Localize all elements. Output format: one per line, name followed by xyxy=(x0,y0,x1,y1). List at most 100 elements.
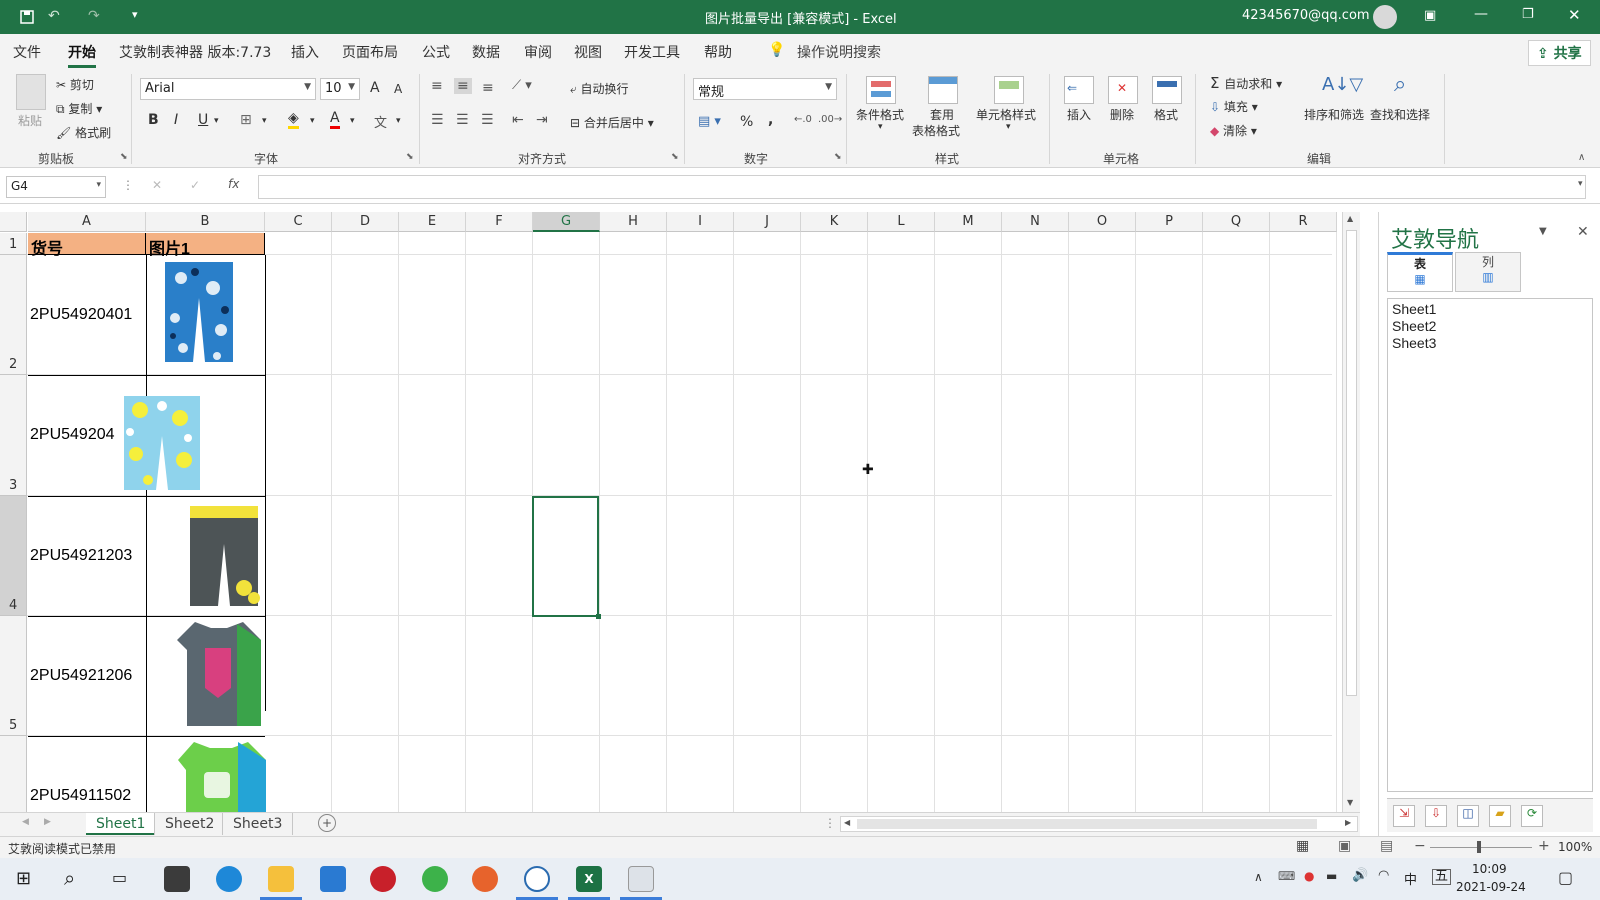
number-format-select[interactable]: 常规 ▼ xyxy=(693,78,837,100)
task-view-icon[interactable]: ▭ xyxy=(112,868,127,887)
cell-a6[interactable]: 2PU54911502 xyxy=(30,787,131,805)
collapse-ribbon-icon[interactable]: ∧ xyxy=(1578,152,1585,163)
column-header-f[interactable]: F xyxy=(466,212,533,232)
find-select-button[interactable]: 查找和选择 xyxy=(1370,106,1430,123)
sheet-list-item[interactable]: Sheet3 xyxy=(1392,335,1588,352)
book-icon[interactable]: ◫ xyxy=(1457,805,1479,827)
expand-formula-icon[interactable]: ▾ xyxy=(1578,179,1583,189)
increase-decimal-icon[interactable]: ←.0 xyxy=(794,114,812,125)
underline-button[interactable]: U xyxy=(198,112,208,128)
decrease-indent-icon[interactable]: ⇤ xyxy=(512,112,524,128)
column-header-n[interactable]: N xyxy=(1002,212,1069,232)
chevron-down-icon[interactable]: ▾ xyxy=(396,116,401,126)
column-header-k[interactable]: K xyxy=(801,212,868,232)
column-header-o[interactable]: O xyxy=(1069,212,1136,232)
product-image-shorts-grey[interactable] xyxy=(184,502,264,612)
zoom-slider-thumb[interactable] xyxy=(1477,841,1481,853)
search-icon[interactable]: ⌕ xyxy=(64,866,75,890)
cell-styles-button[interactable]: 单元格样式 xyxy=(976,106,1036,123)
scroll-down-icon[interactable]: ▼ xyxy=(1347,798,1353,807)
align-left-icon[interactable]: ☰ xyxy=(431,112,444,128)
minimize-icon[interactable]: — xyxy=(1474,6,1488,22)
row-header[interactable]: 1 xyxy=(0,233,27,255)
mail-icon[interactable] xyxy=(320,866,346,892)
scroll-right-icon[interactable]: ▶ xyxy=(1345,818,1351,827)
wifi-icon[interactable]: ◠ xyxy=(1378,868,1389,883)
select-all-corner[interactable] xyxy=(0,212,27,232)
wrap-text-button[interactable]: ⤶ 自动换行 xyxy=(570,80,629,97)
enter-icon[interactable]: ✓ xyxy=(190,178,200,192)
weekday-indicator[interactable]: 五 xyxy=(1432,869,1452,885)
qq-icon[interactable]: ● xyxy=(1304,869,1314,883)
refresh-icon[interactable]: ⟳ xyxy=(1521,805,1543,827)
percent-button[interactable]: % xyxy=(740,114,753,130)
phonetic-icon[interactable]: 文 xyxy=(374,112,387,131)
scroll-up-icon[interactable]: ▲ xyxy=(1347,214,1353,223)
notification-icon[interactable]: ▢ xyxy=(1558,868,1573,887)
save-icon[interactable] xyxy=(20,10,34,24)
row-header[interactable] xyxy=(0,736,27,812)
horizontal-scrollbar[interactable]: ◀ ▶ xyxy=(840,816,1358,832)
scroll-thumb[interactable] xyxy=(1346,230,1357,696)
cell-a1[interactable]: 货号 xyxy=(28,233,146,258)
column-header-h[interactable]: H xyxy=(600,212,667,232)
fill-button[interactable]: ⇩ 填充 ▾ xyxy=(1210,98,1258,115)
sheet-list-item[interactable]: Sheet2 xyxy=(1392,318,1588,335)
copy-button[interactable]: ⧉ 复制 ▾ xyxy=(56,100,102,117)
more-options-icon[interactable]: ⋮ xyxy=(122,178,134,192)
page-layout-view-icon[interactable]: ▣ xyxy=(1338,838,1351,854)
column-header-i[interactable]: I xyxy=(667,212,734,232)
share-button[interactable]: ⇪ 共享 xyxy=(1528,40,1591,66)
sheet-tab-sheet3[interactable]: Sheet3 xyxy=(222,813,294,835)
insert-function-button[interactable]: fx xyxy=(228,177,239,191)
align-right-icon[interactable]: ☰ xyxy=(481,112,494,128)
merge-center-button[interactable]: ⊟ 合并后居中 ▾ xyxy=(570,114,654,131)
ime-indicator[interactable]: 中 xyxy=(1404,869,1417,888)
delete-cells-button[interactable]: 删除 xyxy=(1110,106,1134,123)
keyboard-icon[interactable]: ⌨ xyxy=(1278,869,1295,883)
file-explorer-icon[interactable] xyxy=(268,866,294,892)
cell-a3[interactable]: 2PU549204 xyxy=(30,426,115,444)
tab-help[interactable]: 帮助 xyxy=(704,42,732,62)
cancel-icon[interactable]: ✕ xyxy=(152,178,162,192)
paste-icon[interactable] xyxy=(16,74,46,110)
qat-customize-icon[interactable]: ▾ xyxy=(132,8,138,21)
grow-font-button[interactable]: A xyxy=(370,80,380,96)
tray-overflow-icon[interactable]: ∧ xyxy=(1254,870,1263,884)
accounting-icon[interactable]: ▤ ▾ xyxy=(698,114,721,129)
app-icon[interactable] xyxy=(524,866,550,892)
align-bottom-icon[interactable]: ≡ xyxy=(482,80,494,96)
product-image-shorts-yellow[interactable] xyxy=(118,392,206,496)
bold-button[interactable]: B xyxy=(148,112,159,128)
dialog-launcher-icon[interactable]: ⬊ xyxy=(120,152,128,162)
sheet-list-item[interactable]: Sheet1 xyxy=(1392,301,1588,318)
next-sheet-icon[interactable]: ▶ xyxy=(44,817,51,827)
format-painter-button[interactable]: 🖌 格式刷 xyxy=(56,124,111,141)
worksheet-grid[interactable]: ABCDEFGHIJKLMNOPQR 1 2 3 4 5 货号 图片1 2PU54920… xyxy=(0,212,1360,812)
cell-a2[interactable]: 2PU54920401 xyxy=(30,306,132,324)
column-header-e[interactable]: E xyxy=(399,212,466,232)
fill-handle[interactable] xyxy=(596,614,601,619)
firefox-icon[interactable] xyxy=(472,866,498,892)
format-cells-button[interactable]: 格式 xyxy=(1154,106,1178,123)
scroll-thumb[interactable] xyxy=(857,819,1317,829)
column-header-m[interactable]: M xyxy=(935,212,1002,232)
italic-button[interactable]: I xyxy=(174,112,178,128)
name-box[interactable]: G4 ▾ xyxy=(6,176,106,198)
more-options-icon[interactable]: ⋮ xyxy=(824,816,836,830)
ie-browser-icon[interactable] xyxy=(422,866,448,892)
tab-data[interactable]: 数据 xyxy=(472,42,500,62)
bank-app-icon[interactable] xyxy=(370,866,396,892)
chevron-down-icon[interactable]: ▾ xyxy=(262,116,267,126)
font-color-button[interactable]: A xyxy=(330,110,340,129)
decrease-decimal-icon[interactable]: .00→ xyxy=(818,114,842,125)
conditional-format-button[interactable]: 条件格式 xyxy=(856,106,904,123)
clock-date[interactable]: 2021-09-24 xyxy=(1456,880,1526,894)
align-middle-icon[interactable]: ≡ xyxy=(454,78,472,94)
tab-review[interactable]: 审阅 xyxy=(524,42,552,62)
page-break-view-icon[interactable]: ▤ xyxy=(1380,838,1393,854)
download-icon[interactable]: ⇩ xyxy=(1425,805,1447,827)
align-center-icon[interactable]: ☰ xyxy=(456,112,469,128)
align-top-icon[interactable]: ≡ xyxy=(431,78,443,94)
tab-aidun[interactable]: 艾敦制表神器 版本:7.73 xyxy=(119,42,271,62)
